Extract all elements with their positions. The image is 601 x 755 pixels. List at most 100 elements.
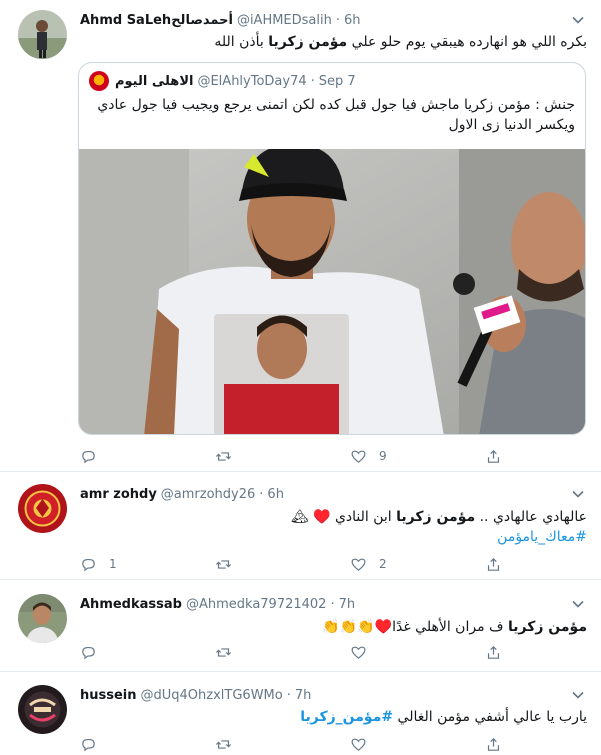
display-name[interactable]: hussein: [80, 688, 137, 703]
retweet-icon: [215, 451, 232, 461]
retweet-button[interactable]: [215, 556, 350, 573]
quote-header: الاهلى اليوم @ElAhlyToDay74 · Sep 7: [89, 71, 356, 91]
reply-button[interactable]: [80, 736, 215, 753]
chevron-down-icon[interactable]: [571, 597, 585, 611]
tweet-header: Ahmd SaLehأحمدصالح @iAHMEDsalih · 6h: [80, 10, 561, 30]
reply-count: 1: [109, 557, 117, 571]
tweet[interactable]: hussein @dUq4OhzxlTG6WMo · 7h يارب يا عا…: [0, 672, 601, 755]
share-icon: [487, 557, 500, 571]
text-part: عالهادي عالهادي ..: [475, 509, 587, 525]
display-name[interactable]: Ahmd SaLehأحمدصالح: [80, 13, 233, 28]
text-part: بكره اللي هو انهارده هيبقي يوم حلو علي: [347, 34, 587, 50]
bold-mention: مؤمن زكريا: [268, 34, 348, 50]
like-button[interactable]: [350, 644, 485, 661]
quoted-tweet[interactable]: الاهلى اليوم @ElAhlyToDay74 · Sep 7 جنش …: [78, 62, 586, 435]
separator-dot: ·: [286, 687, 291, 703]
separator-dot: ·: [259, 486, 264, 502]
display-name[interactable]: Ahmedkassab: [80, 597, 182, 612]
reply-icon: [82, 646, 95, 659]
tweet-actions: [80, 734, 561, 754]
text-part: بأذن الله: [214, 34, 269, 50]
tweet-actions: [80, 642, 561, 662]
tweet-header: hussein @dUq4OhzxlTG6WMo · 7h: [80, 685, 561, 705]
like-count: 9: [379, 449, 387, 463]
hashtag-link[interactable]: #معاك_يامؤمن: [80, 527, 587, 547]
tweet-text: بكره اللي هو انهارده هيبقي يوم حلو علي م…: [80, 32, 587, 52]
reply-icon: [82, 738, 95, 751]
tweet-actions: 1 2: [80, 554, 561, 574]
bold-mention: مؤمن زكريا: [507, 619, 587, 635]
reply-icon: [82, 558, 95, 571]
display-name[interactable]: amr zohdy: [80, 487, 157, 502]
timestamp[interactable]: 6h: [344, 13, 361, 28]
heart-icon: [351, 738, 366, 751]
timestamp[interactable]: 7h: [339, 597, 356, 612]
separator-dot: ·: [330, 596, 335, 612]
reply-button[interactable]: [80, 448, 215, 465]
reply-button[interactable]: [80, 644, 215, 661]
ramadan-avatar: [18, 685, 67, 734]
separator-dot: ·: [310, 73, 315, 89]
quote-avatar: [89, 71, 109, 91]
share-icon: [487, 645, 500, 659]
avatar-image: [18, 10, 67, 59]
retweet-button[interactable]: [215, 736, 350, 753]
interview-photo: [79, 144, 585, 434]
tweet-text: مؤمن زكريا ف مران الأهلي غدًا♥️👏👏👏: [80, 617, 587, 637]
avatar-image: [18, 594, 67, 643]
retweet-icon: [215, 739, 232, 749]
share-button[interactable]: [485, 736, 514, 753]
share-icon: [487, 737, 500, 751]
retweet-button[interactable]: [215, 644, 350, 661]
separator-dot: ·: [335, 12, 341, 28]
quote-display-name: الاهلى اليوم: [115, 73, 194, 89]
heart-icon: [351, 646, 366, 659]
quote-text: جنش : مؤمن زكريا ماجش فيا جول قبل كده لك…: [97, 97, 575, 133]
tweet[interactable]: amr zohdy @amrzohdy26 · 6h عالهادي عالها…: [0, 472, 601, 580]
retweet-icon: [215, 647, 232, 657]
tweet-header: amr zohdy @amrzohdy26 · 6h: [80, 484, 561, 504]
text-part: ف مران الأهلي غدًا♥️👏👏👏: [322, 619, 508, 635]
text-line: عالهادي عالهادي .. مؤمن زكريا ابن النادي…: [80, 507, 587, 527]
retweet-button[interactable]: [215, 448, 350, 465]
like-button[interactable]: 2: [350, 556, 485, 573]
club-logo-avatar: [18, 484, 67, 533]
chevron-down-icon[interactable]: [571, 688, 585, 702]
user-handle[interactable]: @dUq4OhzxlTG6WMo: [141, 688, 283, 703]
like-button[interactable]: [350, 736, 485, 753]
avatar[interactable]: [18, 484, 67, 533]
tweet-header: Ahmedkassab @Ahmedka79721402 · 7h: [80, 594, 561, 614]
avatar[interactable]: [18, 594, 67, 643]
bold-mention: مؤمن زكريا: [396, 509, 476, 525]
heart-icon: [351, 558, 366, 571]
quote-handle: @ElAhlyToDay74: [197, 73, 307, 89]
text-part: يارب يا عالي أشفي مؤمن الغالي: [393, 709, 587, 725]
reply-button[interactable]: 1: [80, 556, 215, 573]
share-button[interactable]: [485, 556, 514, 573]
chevron-down-icon[interactable]: [571, 13, 585, 27]
quote-image[interactable]: [79, 144, 585, 434]
like-button[interactable]: 9: [350, 448, 485, 465]
share-icon: [487, 449, 500, 463]
avatar[interactable]: [18, 10, 67, 59]
reply-icon: [82, 450, 95, 463]
timestamp[interactable]: 7h: [295, 688, 312, 703]
tweet[interactable]: Ahmd SaLehأحمدصالح @iAHMEDsalih · 6h بكر…: [0, 0, 601, 472]
tweet-text: يارب يا عالي أشفي مؤمن الغالي #مؤمن_زكري…: [80, 707, 587, 727]
like-count: 2: [379, 557, 387, 571]
share-button[interactable]: [485, 448, 514, 465]
share-button[interactable]: [485, 644, 514, 661]
retweet-icon: [215, 559, 232, 569]
user-handle[interactable]: @iAHMEDsalih: [237, 13, 332, 28]
hashtag-link[interactable]: #مؤمن_زكريا: [300, 709, 393, 725]
tweet[interactable]: Ahmedkassab @Ahmedka79721402 · 7h مؤمن ز…: [0, 580, 601, 672]
tweet-actions: 9: [80, 446, 561, 466]
user-handle[interactable]: @amrzohdy26: [161, 487, 255, 502]
avatar[interactable]: [18, 685, 67, 734]
tweet-text: عالهادي عالهادي .. مؤمن زكريا ابن النادي…: [80, 507, 587, 547]
timestamp[interactable]: 6h: [267, 487, 284, 502]
chevron-down-icon[interactable]: [571, 487, 585, 501]
heart-icon: [351, 450, 366, 463]
text-part: ابن النادي ♥️ 🏔: [290, 509, 397, 525]
user-handle[interactable]: @Ahmedka79721402: [186, 597, 326, 612]
